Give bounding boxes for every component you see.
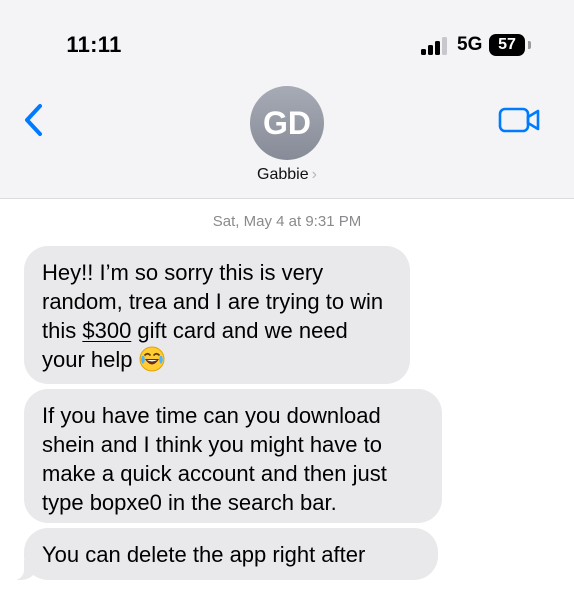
battery-icon: 57	[489, 34, 525, 56]
chevron-right-icon: ›	[311, 166, 317, 183]
status-time: 11:11	[66, 32, 122, 57]
contact-name-button[interactable]: Gabbie ›	[187, 166, 387, 184]
message-bubble[interactable]: Hey!! I’m so sorry this is very random, …	[24, 246, 410, 384]
conversation-header: 11:11 5G 57 GD Gabbie ›	[0, 0, 574, 199]
network-type: 5G	[457, 34, 483, 55]
facetime-video-button[interactable]	[498, 106, 542, 134]
message-bubble[interactable]: You can delete the app right after	[14, 528, 438, 580]
laughing-emoji-icon	[139, 346, 165, 372]
avatar-initials: GD	[263, 104, 311, 141]
message-bubble[interactable]: If you have time can you download shein …	[24, 389, 442, 523]
message-text: You can delete the app right after	[42, 542, 366, 567]
video-camera-icon	[498, 107, 540, 133]
battery-cap	[528, 41, 531, 49]
message-text: If you have time can you download shein …	[42, 403, 387, 515]
contact-name: Gabbie	[257, 166, 309, 183]
message-timestamp: Sat, May 4 at 9:31 PM	[212, 213, 362, 230]
amount-link[interactable]: $300	[82, 318, 131, 343]
contact-avatar[interactable]: GD	[250, 86, 324, 160]
chevron-left-icon	[25, 104, 42, 136]
cellular-signal-icon	[421, 37, 449, 55]
back-button[interactable]	[20, 100, 50, 140]
battery-level: 57	[498, 36, 516, 53]
